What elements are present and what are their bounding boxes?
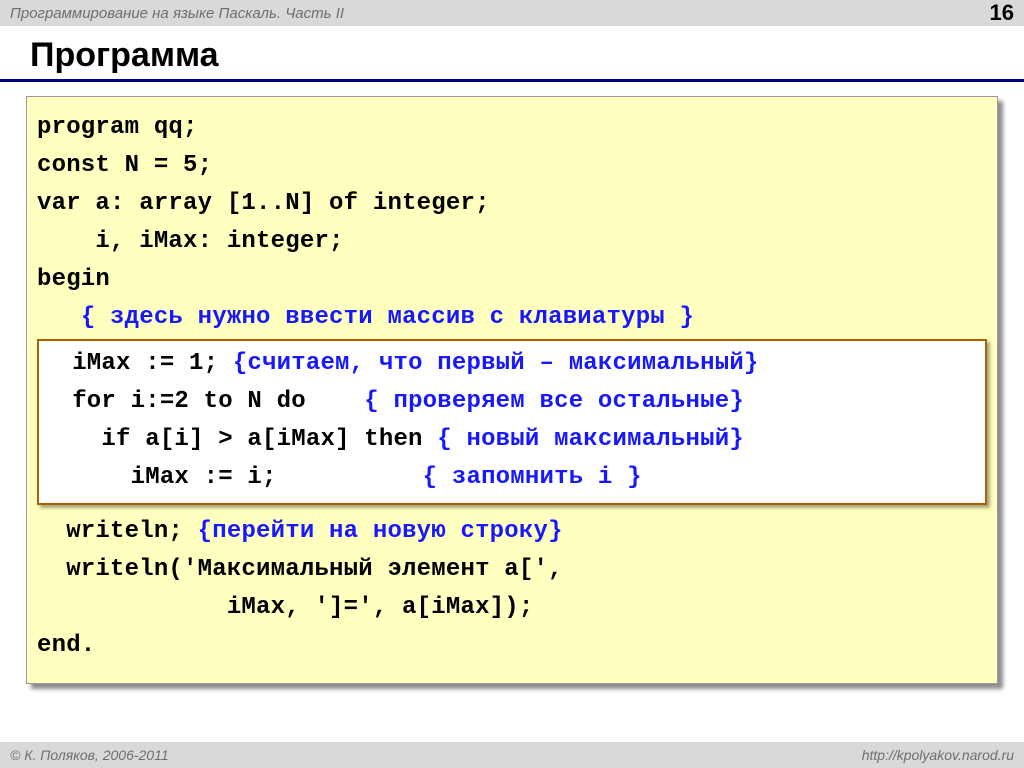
slide-footer: © К. Поляков, 2006-2011 http://kpolyakov… xyxy=(0,742,1024,768)
comment: { новый максимальный} xyxy=(437,426,744,453)
slide-title: Программа xyxy=(0,26,1024,82)
highlighted-block: iMax := 1; {считаем, что первый – максим… xyxy=(37,339,987,505)
code-line: writeln('Максимальный элемент a[', xyxy=(37,551,989,589)
comment: {считаем, что первый – максимальный} xyxy=(233,350,759,377)
copyright-text: © К. Поляков, 2006-2011 xyxy=(10,747,169,763)
page-number: 16 xyxy=(990,0,1014,26)
code-line: writeln; {перейти на новую строку} xyxy=(37,513,989,551)
comment: {перейти на новую строку} xyxy=(198,518,563,545)
footer-url: http://kpolyakov.narod.ru xyxy=(862,747,1014,763)
subject-text: Программирование на языке Паскаль. Часть… xyxy=(10,5,344,22)
code-line: for i:=2 to N do { проверяем все остальн… xyxy=(43,383,979,421)
code-line: iMax, ']=', a[iMax]); xyxy=(37,589,989,627)
code-line: if a[i] > a[iMax] then { новый максималь… xyxy=(43,421,979,459)
code-line: program qq; xyxy=(37,109,989,147)
code-line: i, iMax: integer; xyxy=(37,223,989,261)
code-line: { здесь нужно ввести массив с клавиатуры… xyxy=(37,299,989,337)
code-line: const N = 5; xyxy=(37,147,989,185)
comment: { запомнить i } xyxy=(423,464,642,491)
code-line: begin xyxy=(37,261,989,299)
slide-header: Программирование на языке Паскаль. Часть… xyxy=(0,0,1024,26)
code-line: var a: array [1..N] of integer; xyxy=(37,185,989,223)
comment: { проверяем все остальные} xyxy=(364,388,744,415)
code-area: program qq; const N = 5; var a: array [1… xyxy=(0,96,1024,684)
code-line: iMax := i; { запомнить i } xyxy=(43,459,979,497)
comment: { здесь нужно ввести массив с клавиатуры… xyxy=(81,304,694,331)
code-line: end. xyxy=(37,627,989,665)
code-line: iMax := 1; {считаем, что первый – максим… xyxy=(43,345,979,383)
code-box: program qq; const N = 5; var a: array [1… xyxy=(26,96,998,684)
